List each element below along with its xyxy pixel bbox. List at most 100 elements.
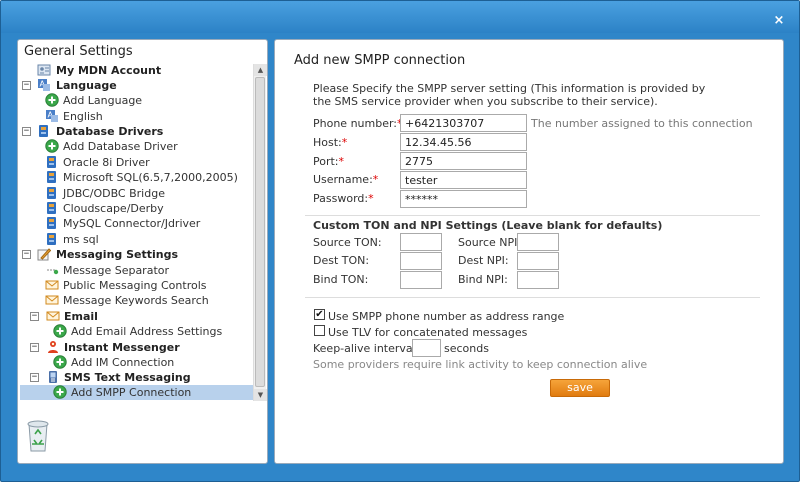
keepalive-input[interactable] <box>412 339 441 357</box>
tree-item[interactable]: JDBC/ODBC Bridge <box>20 186 256 201</box>
sms-icon <box>46 370 60 384</box>
port-label: Port:* <box>313 155 345 168</box>
tree-item-label: English <box>63 110 103 123</box>
use-range-label: Use SMPP phone number as address range <box>328 310 565 323</box>
tree-item-label: Add IM Connection <box>71 356 175 369</box>
tree-item[interactable]: − SMS Text Messaging <box>20 370 256 385</box>
tree-item[interactable]: − Instant Messenger <box>20 340 256 355</box>
trash-icon[interactable] <box>26 418 50 452</box>
id-card-icon <box>37 63 51 77</box>
add-icon <box>53 355 67 369</box>
tree-item-label: Messaging Settings <box>56 248 179 261</box>
tree-item[interactable]: − Database Drivers <box>20 124 256 139</box>
keepalive-note: Some providers require link activity to … <box>313 358 648 371</box>
collapse-toggle-icon[interactable]: − <box>22 127 31 136</box>
source-ton-input[interactable] <box>400 233 442 251</box>
host-input[interactable] <box>400 133 527 151</box>
settings-tree-title: General Settings <box>24 44 133 59</box>
tree-item-label: Language <box>56 79 117 92</box>
tree-item[interactable]: Public Messaging Controls <box>20 278 256 293</box>
add-icon <box>45 93 59 107</box>
source-ton-label: Source TON: <box>313 236 382 249</box>
phone-label: Phone number:* <box>313 117 403 130</box>
smpp-form-panel: Add new SMPP connection Please Specify t… <box>274 39 784 464</box>
tree-item-label: ms sql <box>63 233 99 246</box>
password-label: Password:* <box>313 192 374 205</box>
tree-item[interactable]: Oracle 8i Driver <box>20 155 256 170</box>
tree-item[interactable]: ms sql <box>20 232 256 247</box>
scroll-down-arrow-icon[interactable]: ▼ <box>254 389 267 401</box>
tree-item[interactable]: A English <box>20 109 256 124</box>
language-icon: A <box>45 109 59 123</box>
save-button[interactable]: save <box>550 379 610 397</box>
keepalive-label: Keep-alive interval: <box>313 342 420 355</box>
username-label: Username:* <box>313 173 379 186</box>
tree-item[interactable]: Add IM Connection <box>20 355 256 370</box>
tree-item-label: Add Database Driver <box>63 140 178 153</box>
tree-item-label: Oracle 8i Driver <box>63 156 150 169</box>
tree-item-label: Message Keywords Search <box>63 294 209 307</box>
tree-item[interactable]: Add Email Address Settings <box>20 324 256 339</box>
collapse-toggle-icon[interactable]: − <box>30 343 39 352</box>
database-icon <box>45 155 59 169</box>
tree-item[interactable]: Add Language <box>20 93 256 108</box>
tree-item[interactable]: − Messaging Settings <box>20 247 256 262</box>
tree-item[interactable]: Message Keywords Search <box>20 293 256 308</box>
tree-item[interactable]: Microsoft SQL(6.5,7,2000,2005) <box>20 170 256 185</box>
collapse-toggle-icon[interactable]: − <box>30 373 39 382</box>
settings-tree: My MDN Account − A Language Add Language A Eng… <box>20 63 256 401</box>
database-icon <box>45 216 59 230</box>
tree-item-label: Instant Messenger <box>64 341 180 354</box>
close-icon[interactable]: × <box>773 14 785 27</box>
host-label: Host:* <box>313 136 348 149</box>
tree-item-label: Database Drivers <box>56 125 164 138</box>
collapse-toggle-icon[interactable]: − <box>30 312 39 321</box>
tree-item-label: My MDN Account <box>56 64 162 77</box>
bind-npi-label: Bind NPI: <box>458 273 508 286</box>
tree-item[interactable]: Cloudscape/Derby <box>20 201 256 216</box>
keepalive-unit: seconds <box>444 342 489 355</box>
form-description: Please Specify the SMPP server setting (… <box>313 82 706 108</box>
envelope-icon <box>46 309 60 323</box>
use-tlv-checkbox[interactable] <box>314 325 325 336</box>
pencil-icon <box>37 247 52 261</box>
tree-item-label: Microsoft SQL(6.5,7,2000,2005) <box>63 171 238 184</box>
tree-item[interactable]: My MDN Account <box>20 63 256 78</box>
database-icon <box>45 232 59 246</box>
tree-item[interactable]: Message Separator <box>20 263 256 278</box>
tree-item[interactable]: − Email <box>20 309 256 324</box>
envelope-icon <box>45 278 59 292</box>
password-input[interactable] <box>400 190 527 208</box>
tree-item[interactable]: Add Database Driver <box>20 139 256 154</box>
tree-item-label: Public Messaging Controls <box>63 279 207 292</box>
tree-scrollbar[interactable]: ▲ ▼ <box>253 64 267 401</box>
scroll-thumb[interactable] <box>255 77 265 387</box>
bind-ton-label: Bind TON: <box>313 273 369 286</box>
tree-item[interactable]: MySQL Connector/Jdriver <box>20 216 256 231</box>
collapse-toggle-icon[interactable]: − <box>22 250 31 259</box>
tree-item[interactable]: Add SMPP Connection <box>20 385 256 400</box>
dialog-frame: × General Settings My MDN Account − A Langu… <box>0 0 800 482</box>
add-icon <box>53 324 67 338</box>
bind-npi-input[interactable] <box>517 271 559 289</box>
port-input[interactable] <box>400 152 527 170</box>
use-range-checkbox[interactable]: ✔ <box>314 309 325 320</box>
source-npi-input[interactable] <box>517 233 559 251</box>
dest-npi-input[interactable] <box>517 252 559 270</box>
messenger-icon <box>46 340 60 354</box>
dest-ton-input[interactable] <box>400 252 442 270</box>
tree-item-label: SMS Text Messaging <box>64 371 191 384</box>
tree-item-label: Add Language <box>63 94 143 107</box>
collapse-toggle-icon[interactable]: − <box>22 81 31 90</box>
divider <box>305 215 760 216</box>
tree-item-label: MySQL Connector/Jdriver <box>63 217 201 230</box>
bind-ton-input[interactable] <box>400 271 442 289</box>
scroll-up-arrow-icon[interactable]: ▲ <box>254 64 267 76</box>
use-tlv-label: Use TLV for concatenated messages <box>328 326 528 339</box>
dest-ton-label: Dest TON: <box>313 254 370 267</box>
language-icon: A <box>37 78 51 92</box>
tree-item[interactable]: − A Language <box>20 78 256 93</box>
phone-number-input[interactable] <box>400 114 527 132</box>
username-input[interactable] <box>400 171 527 189</box>
database-icon <box>37 124 51 138</box>
